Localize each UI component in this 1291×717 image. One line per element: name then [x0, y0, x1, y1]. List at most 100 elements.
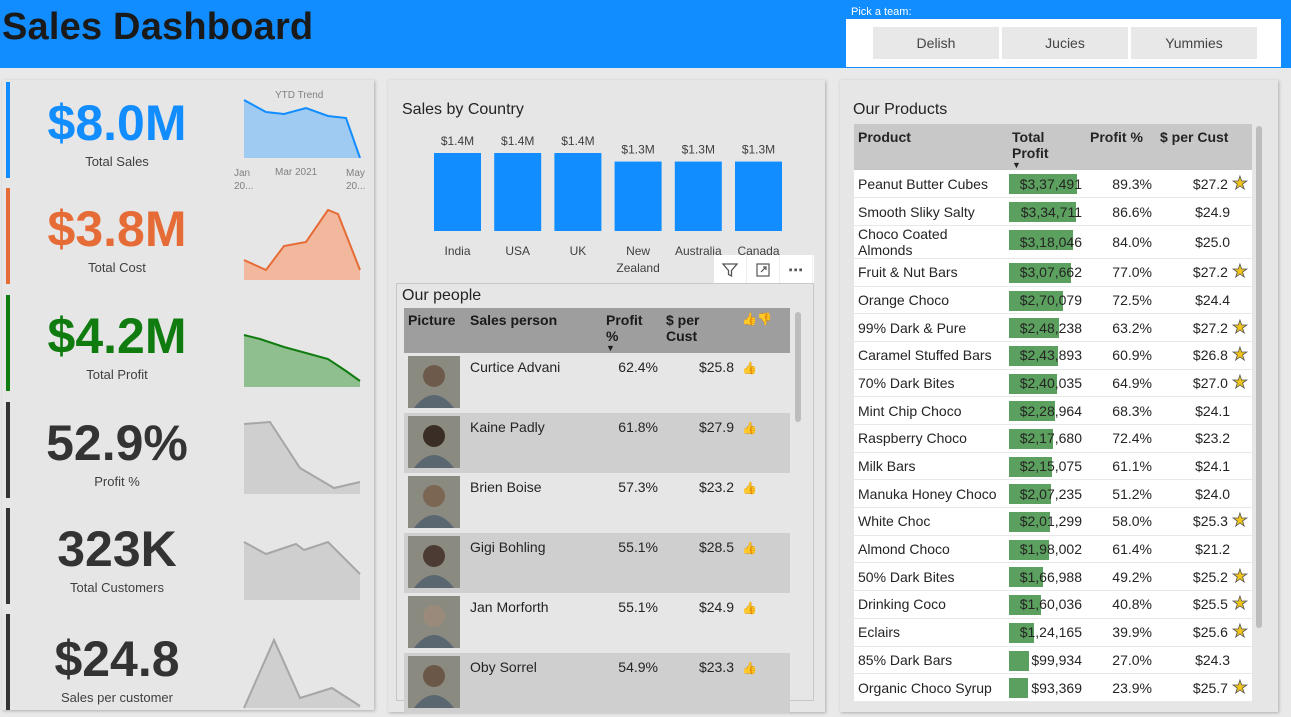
per-cust-cell: $24.9: [1156, 197, 1252, 226]
data-label: $1.4M: [441, 134, 474, 148]
per-cust-cell: $24.1: [1156, 452, 1252, 481]
sales-per-cust-sparkline: [243, 637, 361, 709]
table-row[interactable]: Curtice Advani 62.4% $25.8 👍: [404, 353, 790, 413]
table-row[interactable]: Brien Boise 57.3% $23.2 👍: [404, 473, 790, 533]
kpi-sales-per-customer[interactable]: $24.8 Sales per customer: [6, 614, 372, 710]
table-row[interactable]: Almond Choco $1,98,002 61.4% $21.2: [854, 535, 1252, 564]
team-button-jucies[interactable]: Jucies: [1002, 27, 1128, 59]
kpi-accent-bar: [6, 295, 10, 391]
column-header-product[interactable]: Product: [854, 124, 1008, 170]
product-name-cell: White Choc: [854, 507, 1008, 536]
per-cust-value: $24.0: [1195, 485, 1231, 502]
table-row[interactable]: Kaine Padly 61.8% $27.9 👍: [404, 413, 790, 473]
total-profit-cell: $2,17,680: [1008, 424, 1086, 453]
product-name-cell: Mint Chip Choco: [854, 396, 1008, 425]
table-row[interactable]: Drinking Coco $1,60,036 40.8% $25.5 ★: [854, 590, 1252, 619]
bar-canada[interactable]: [735, 161, 782, 231]
thumb-cell: 👍: [738, 413, 790, 473]
product-name-cell: Drinking Coco: [854, 590, 1008, 619]
table-row[interactable]: Mint Chip Choco $2,28,964 68.3% $24.1: [854, 396, 1252, 425]
table-row[interactable]: Orange Choco $2,70,079 72.5% $24.4: [854, 286, 1252, 315]
column-header-per-cust[interactable]: $ per Cust: [662, 308, 738, 353]
column-header-per-cust[interactable]: $ per Cust: [1156, 124, 1252, 170]
bar-india[interactable]: [434, 153, 481, 231]
people-scrollbar[interactable]: [795, 312, 801, 422]
our-people-title: Our people: [402, 287, 482, 304]
column-header-total-profit[interactable]: Total Profit ▼: [1008, 124, 1086, 170]
total-profit-value: $1,66,988: [1019, 568, 1082, 585]
table-row[interactable]: Caramel Stuffed Bars $2,43,893 60.9% $26.8 …: [854, 341, 1252, 370]
table-row[interactable]: 70% Dark Bites $2,40,035 64.9% $27.0 ★: [854, 369, 1252, 398]
kpi-total-cost[interactable]: $3.8M Total Cost: [6, 188, 372, 284]
kpi-value: $8.0M: [47, 95, 187, 151]
profit-pct-cell: 61.4%: [1086, 535, 1156, 564]
column-header-profit-pct[interactable]: Profit % ▼: [602, 308, 662, 353]
category-label: India: [444, 244, 470, 258]
per-cust-value: $24.1: [1195, 402, 1231, 419]
table-row[interactable]: Oby Sorrel 54.9% $23.3 👍: [404, 653, 790, 713]
bar-usa[interactable]: [494, 153, 542, 231]
column-header-thumbs[interactable]: 👍👎: [738, 308, 790, 353]
table-row[interactable]: Fruit & Nut Bars $3,07,662 77.0% $27.2 ★: [854, 258, 1252, 287]
team-button-delish[interactable]: Delish: [873, 27, 999, 59]
filter-icon[interactable]: [714, 255, 747, 285]
table-row[interactable]: Organic Choco Syrup $93,369 23.9% $25.7 ★: [854, 673, 1252, 702]
kpi-total-profit[interactable]: $4.2M Total Profit: [6, 295, 372, 391]
sales-by-country-panel: Sales by Country $1.4M India $1.4M USA $1.4M…: [388, 80, 825, 713]
avatar: [408, 356, 460, 408]
table-row[interactable]: Smooth Sliky Salty $3,34,711 86.6% $24.9: [854, 197, 1252, 226]
bar-new-zealand[interactable]: [614, 161, 662, 231]
column-header-label: Total Profit: [1012, 129, 1049, 161]
table-row[interactable]: 50% Dark Bites $1,66,988 49.2% $25.2 ★: [854, 562, 1252, 592]
table-row[interactable]: White Choc $2,01,299 58.0% $25.3 ★: [854, 507, 1252, 536]
profit-pct-cell: 57.3%: [618, 479, 658, 495]
table-row[interactable]: Choco Coated Almonds $3,18,046 84.0% $25.0: [854, 225, 1252, 259]
bar-uk[interactable]: [554, 153, 602, 231]
table-row[interactable]: Eclairs $1,24,165 39.9% $25.6 ★: [854, 618, 1252, 647]
total-profit-cell: $2,43,893: [1008, 341, 1086, 370]
profit-pct-cell: 68.3%: [1086, 396, 1156, 425]
column-header-sales-person[interactable]: Sales person: [466, 308, 602, 353]
kpi-label: Total Sales: [85, 154, 149, 169]
profit-pct-cell: 39.9%: [1086, 618, 1156, 647]
kpi-profit-pct[interactable]: 52.9% Profit %: [6, 402, 372, 498]
table-row[interactable]: Raspberry Choco $2,17,680 72.4% $23.2: [854, 424, 1252, 453]
kpi-label: Total Customers: [70, 580, 164, 595]
table-row[interactable]: Manuka Honey Choco $2,07,235 51.2% $24.0: [854, 479, 1252, 509]
data-label: $1.3M: [621, 143, 654, 157]
total-profit-cell: $2,01,299: [1008, 507, 1086, 536]
product-name-cell: Orange Choco: [854, 286, 1008, 315]
bar-australia[interactable]: [674, 161, 722, 231]
sales-by-country-chart[interactable]: $1.4M India $1.4M USA $1.4M UK $1.3M New Zealand…: [388, 80, 825, 280]
table-row[interactable]: Peanut Butter Cubes $3,37,491 89.3% $27.2 ★: [854, 170, 1252, 199]
table-row[interactable]: Jan Morforth 55.1% $24.9 👍: [404, 593, 790, 653]
profit-pct-cell: 77.0%: [1086, 258, 1156, 287]
category-label: New: [626, 244, 650, 258]
table-row[interactable]: Milk Bars $2,15,075 61.1% $24.1: [854, 452, 1252, 481]
column-header-picture[interactable]: Picture: [404, 308, 466, 353]
profit-pct-cell: 55.1%: [618, 599, 658, 615]
table-row[interactable]: 85% Dark Bars $99,934 27.0% $24.3: [854, 646, 1252, 675]
kpi-value: $4.2M: [47, 308, 187, 364]
team-button-yummies[interactable]: Yummies: [1131, 27, 1257, 59]
table-row[interactable]: Gigi Bohling 55.1% $28.5 👍: [404, 533, 790, 593]
category-label: Zealand: [616, 261, 659, 275]
product-name-cell: Manuka Honey Choco: [854, 479, 1008, 509]
per-cust-cell: $21.2: [1156, 535, 1252, 564]
products-scrollbar[interactable]: [1256, 126, 1262, 628]
product-name-cell: 85% Dark Bars: [854, 646, 1008, 675]
kpi-accent-bar: [6, 508, 10, 604]
table-row[interactable]: 99% Dark & Pure $2,48,238 63.2% $27.2 ★: [854, 313, 1252, 342]
focus-mode-icon[interactable]: [747, 255, 780, 285]
star-icon: ★: [1231, 371, 1248, 392]
product-name-cell: Organic Choco Syrup: [854, 673, 1008, 702]
profit-pct-cell: 86.6%: [1086, 197, 1156, 226]
sales-person-cell: Gigi Bohling: [466, 533, 602, 593]
more-options-icon[interactable]: ⋯: [780, 255, 813, 285]
column-header-profit-pct[interactable]: Profit %: [1086, 124, 1156, 170]
kpi-total-customers[interactable]: 323K Total Customers: [6, 508, 372, 604]
total-profit-value: $2,40,035: [1019, 374, 1082, 391]
product-name-cell: Eclairs: [854, 618, 1008, 647]
profit-pct-cell: 54.9%: [602, 653, 662, 713]
total-profit-cell: $2,70,079: [1008, 286, 1086, 315]
